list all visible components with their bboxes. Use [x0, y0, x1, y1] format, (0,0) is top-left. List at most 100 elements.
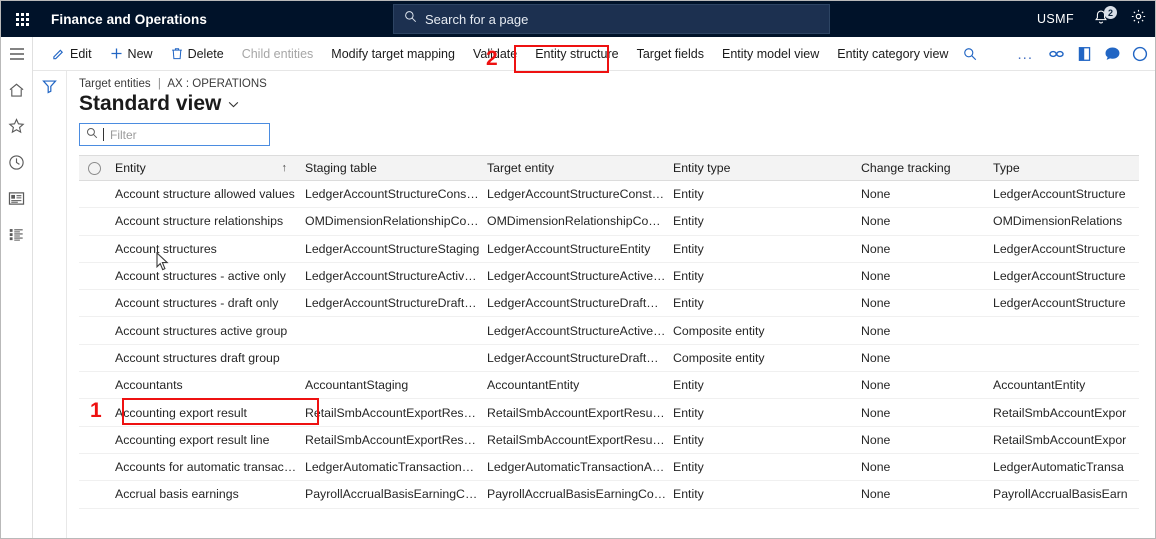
modify-target-mapping-label: Modify target mapping	[331, 46, 455, 61]
cell-change-tracking: None	[861, 378, 891, 393]
cell-entity-type: Entity	[673, 214, 704, 229]
entity-model-view-button[interactable]: Entity model view	[713, 40, 828, 68]
table-row[interactable]: Account structure relationships OMDimensi…	[79, 208, 1139, 236]
target-fields-button[interactable]: Target fields	[628, 40, 713, 68]
comments-icon[interactable]: 0	[1099, 41, 1125, 67]
new-button-label: New	[127, 46, 153, 61]
entities-grid: Entity ↑ Staging table Target entity Ent…	[79, 155, 1139, 509]
cell-staging-table: OMDimensionRelationshipCons...	[305, 214, 487, 229]
cell-staging-table: PayrollAccrualBasisEarningCode...	[305, 487, 487, 502]
cell-staging-table: LedgerAccountStructureActiveO...	[305, 269, 487, 284]
cell-type: RetailSmbAccountExpor	[993, 405, 1127, 420]
cell-change-tracking: None	[861, 241, 891, 256]
cell-type: PayrollAccrualBasisEarn	[993, 487, 1128, 502]
cell-change-tracking: None	[861, 269, 891, 284]
search-icon	[86, 126, 98, 144]
cell-entity: Account structure relationships	[115, 214, 284, 229]
funnel-filter-icon[interactable]	[42, 79, 57, 99]
company-selector[interactable]: USMF	[1037, 12, 1074, 26]
cell-target-entity: LedgerAccountStructureActiveO...	[487, 269, 673, 284]
new-button[interactable]: New	[101, 40, 162, 68]
cell-entity: Account structures - draft only	[115, 296, 279, 311]
cell-target-entity: LedgerAutomaticTransactionAcc...	[487, 460, 673, 475]
waffle-grid-icon[interactable]	[1, 1, 43, 37]
column-header-entity[interactable]: Entity ↑	[115, 161, 305, 175]
cell-target-entity: AccountantEntity	[487, 378, 580, 393]
cell-change-tracking: None	[861, 296, 891, 311]
chevron-down-icon[interactable]	[228, 97, 239, 111]
cell-entity-type: Entity	[673, 432, 704, 447]
table-row[interactable]: Account structures draft group LedgerAcco…	[79, 345, 1139, 373]
cell-entity: Account structure allowed values	[115, 187, 295, 202]
validate-button[interactable]: Validate	[464, 40, 526, 68]
delete-button[interactable]: Delete	[162, 40, 233, 68]
header-right-group: USMF 2	[1037, 1, 1147, 37]
cell-target-entity: RetailSmbAccountExportResultL...	[487, 432, 673, 447]
validate-label: Validate	[472, 46, 518, 61]
star-icon[interactable]	[6, 115, 28, 137]
cell-target-entity: LedgerAccountStructureDraftOn...	[487, 350, 673, 365]
select-all-radio[interactable]	[79, 161, 115, 175]
modify-target-mapping-button[interactable]: Modify target mapping	[322, 40, 464, 68]
filter-input[interactable]: Filter	[79, 123, 270, 146]
cell-target-entity: RetailSmbAccountExportResultE...	[487, 405, 673, 420]
content-column: Edit New Delete Child entities Modify ta…	[33, 37, 1155, 538]
cell-type: LedgerAutomaticTransa	[993, 460, 1124, 475]
action-pane: Edit New Delete Child entities Modify ta…	[33, 37, 1155, 71]
top-header: Finance and Operations Search for a page…	[1, 1, 1155, 37]
cell-staging-table: RetailSmbAccountExportResultS...	[305, 405, 487, 420]
entity-structure-button[interactable]: Entity structure	[526, 40, 627, 68]
table-row[interactable]: Account structures - active only LedgerAc…	[79, 263, 1139, 291]
table-row[interactable]: Accounts for automatic transacti... Ledge…	[79, 454, 1139, 482]
nav-rail	[1, 37, 33, 538]
page-main: Target entities | AX : OPERATIONS Standa…	[67, 71, 1155, 538]
column-header-target-entity[interactable]: Target entity	[487, 161, 673, 175]
table-row[interactable]: Account structures - draft only LedgerAcc…	[79, 290, 1139, 318]
cell-staging-table: LedgerAccountStructureDraftOn...	[305, 296, 487, 311]
table-row[interactable]: Accountants AccountantStaging AccountantEn…	[79, 372, 1139, 400]
column-header-type[interactable]: Type	[993, 161, 1143, 175]
page-area: Target entities | AX : OPERATIONS Standa…	[33, 71, 1155, 538]
help-icon[interactable]	[1127, 41, 1153, 67]
cell-change-tracking: None	[861, 405, 891, 420]
breadcrumb-parent[interactable]: Target entities	[79, 78, 151, 90]
cell-type: OMDimensionRelations	[993, 214, 1123, 229]
app-title: Finance and Operations	[51, 11, 207, 27]
body: Edit New Delete Child entities Modify ta…	[1, 37, 1155, 538]
table-row[interactable]: Account structures LedgerAccountStructure…	[79, 236, 1139, 263]
sort-ascending-icon: ↑	[281, 162, 288, 174]
notification-badge: 2	[1104, 6, 1117, 19]
clock-icon[interactable]	[6, 151, 28, 173]
modules-list-icon[interactable]	[6, 223, 28, 245]
cell-type: LedgerAccountStructure	[993, 187, 1126, 202]
table-row[interactable]: Account structures active group LedgerAcc…	[79, 317, 1139, 345]
notification-bell-icon[interactable]: 2	[1092, 6, 1117, 29]
page-title[interactable]: Standard view	[79, 92, 1155, 116]
workspaces-icon[interactable]	[6, 187, 28, 209]
entity-category-view-label: Entity category view	[837, 46, 949, 61]
column-header-entity-type[interactable]: Entity type	[673, 161, 861, 175]
cell-entity: Account structures - active only	[115, 269, 286, 284]
cell-type: LedgerAccountStructure	[993, 296, 1126, 311]
table-row[interactable]: Accrual basis earnings PayrollAccrualBasi…	[79, 481, 1139, 509]
edit-button[interactable]: Edit	[43, 40, 101, 68]
child-entities-button: Child entities	[233, 40, 323, 68]
cell-type: LedgerAccountStructure	[993, 269, 1126, 284]
search-icon[interactable]	[957, 41, 983, 67]
cell-change-tracking: None	[861, 214, 891, 229]
cell-staging-table: AccountantStaging	[305, 378, 409, 393]
home-icon[interactable]	[6, 79, 28, 101]
overflow-menu-button[interactable]: ...	[1009, 46, 1041, 63]
entity-category-view-button[interactable]: Entity category view	[828, 40, 957, 68]
hamburger-menu-icon[interactable]	[6, 43, 28, 65]
column-header-change-tracking[interactable]: Change tracking	[861, 161, 993, 175]
open-in-office-icon[interactable]	[1071, 41, 1097, 67]
cell-change-tracking: None	[861, 350, 891, 365]
global-search-input[interactable]: Search for a page	[393, 4, 830, 34]
table-row[interactable]: Accounting export result line RetailSmbAc…	[79, 427, 1139, 454]
column-header-staging-table[interactable]: Staging table	[305, 161, 487, 175]
table-row[interactable]: Account structure allowed values LedgerAc…	[79, 181, 1139, 209]
table-row[interactable]: Accounting export result RetailSmbAccount…	[79, 399, 1139, 427]
attach-link-icon[interactable]	[1043, 41, 1069, 67]
gear-icon[interactable]	[1130, 8, 1147, 30]
